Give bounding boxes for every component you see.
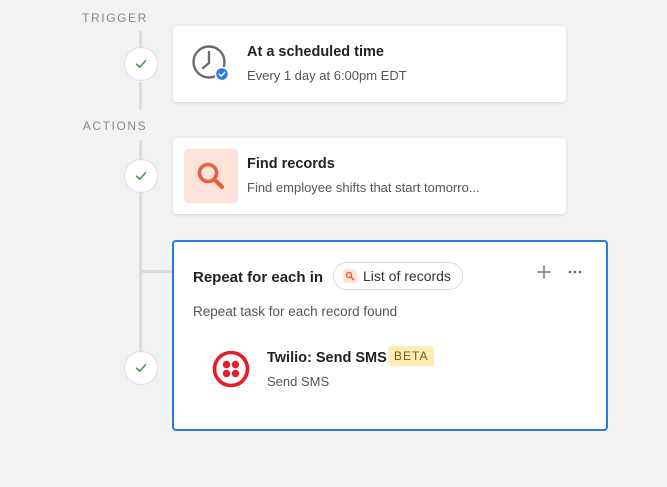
trigger-icon-box	[184, 37, 238, 91]
repeat-title: Repeat for each in	[193, 269, 324, 286]
more-options-button[interactable]	[564, 262, 586, 282]
find-records-title: Find records	[247, 156, 335, 172]
connector-line	[139, 140, 142, 160]
sms-status-check	[124, 351, 158, 385]
find-records-status-check	[124, 159, 158, 193]
find-records-subtitle: Find employee shifts that start tomorro.…	[247, 180, 480, 195]
search-icon	[343, 269, 357, 283]
chip-label: List of records	[363, 268, 451, 284]
connector-branch	[140, 270, 174, 273]
repeat-description: Repeat task for each record found	[193, 304, 398, 319]
check-icon	[135, 364, 147, 372]
trigger-card[interactable]: At a scheduled time Every 1 day at 6:00p…	[173, 26, 566, 102]
automation-canvas: TRIGGER ACTIONS At a scheduled time Ever…	[0, 0, 667, 487]
find-records-card[interactable]: Find records Find employee shifts that s…	[173, 138, 566, 214]
check-icon	[135, 172, 147, 180]
actions-section-label: ACTIONS	[82, 119, 148, 133]
trigger-status-check	[124, 47, 158, 81]
search-icon	[197, 162, 225, 190]
beta-badge: BETA	[388, 346, 435, 366]
check-icon	[135, 60, 147, 68]
plus-icon	[537, 265, 551, 279]
repeat-card[interactable]: Repeat for each in List of records Repea…	[172, 240, 608, 431]
check-badge-icon	[214, 66, 230, 82]
trigger-section-label: TRIGGER	[82, 11, 148, 25]
clock-icon	[192, 45, 230, 82]
connector-line	[139, 82, 142, 110]
find-records-icon-box	[184, 149, 238, 203]
list-of-records-chip[interactable]: List of records	[333, 262, 463, 290]
trigger-title: At a scheduled time	[247, 44, 384, 60]
more-horizontal-icon	[568, 270, 582, 274]
sms-action-title[interactable]: Twilio: Send SMS	[267, 350, 387, 366]
twilio-icon	[212, 350, 250, 388]
add-button[interactable]	[534, 262, 554, 282]
trigger-subtitle: Every 1 day at 6:00pm EDT	[247, 68, 407, 83]
sms-action-subtitle: Send SMS	[267, 374, 330, 389]
